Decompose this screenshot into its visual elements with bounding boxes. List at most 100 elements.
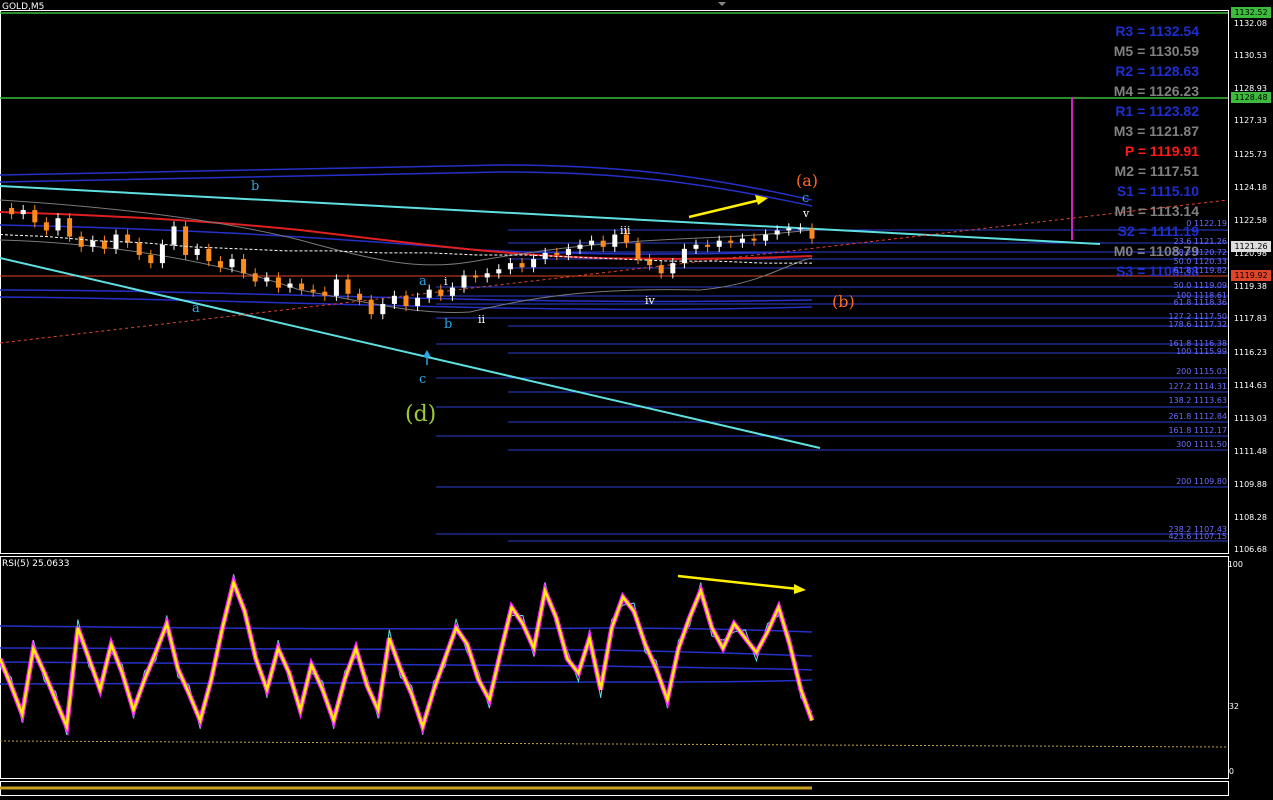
fib-label: 200 1115.03 [1176,367,1227,376]
candle-body [241,259,247,274]
price-tick: 1124.18 [1233,183,1267,192]
candle-body [229,259,235,268]
candle-body [403,295,409,306]
candle-body [693,244,699,249]
price-panel-frame [0,10,1229,554]
wave-label-i: i [444,275,448,288]
candle-body [565,248,571,255]
pivot-label-p: P = 1119.91 [1124,143,1199,159]
price-tick: 1113.03 [1233,414,1267,423]
wave-label-iii: iii [620,224,631,237]
candle-body [217,261,223,268]
fib-label: 0 1122.19 [1186,219,1227,228]
candle-body [299,283,305,290]
candle-body [716,240,722,247]
price-tick: 1130.53 [1233,51,1267,60]
candle-body [612,234,618,247]
candle-body [438,289,444,296]
current-level-badge: 1132.52 [1231,7,1271,18]
fib-lines [436,229,1228,542]
candle-body [739,238,745,243]
candle-body [751,238,757,241]
grey-upper [0,199,813,266]
pivot-label-m4: M4 = 1126.23 [1113,83,1199,99]
candle-body [322,291,328,296]
fib-label: 23.6 1121.26 [1173,237,1227,246]
current-level-badge: 1128.48 [1231,92,1271,103]
pivot-label-r1: R1 = 1123.82 [1115,103,1199,119]
candle-body [600,240,606,247]
fib-label: 161.8 1112.17 [1168,426,1227,435]
rsi-level-line [0,740,1229,748]
fib-label: 127.2 1114.31 [1168,382,1227,391]
price-tick: 1125.73 [1233,150,1267,159]
candle-body [519,263,525,268]
candle-body [32,210,38,223]
candle-body [391,295,397,304]
candle-body [774,230,780,235]
candle-body [171,226,177,245]
candle-body [554,252,560,255]
wave-label-ii: ii [478,313,486,326]
wave-label-b: b [251,179,260,194]
price-tick: 1106.68 [1233,545,1267,554]
price-tick: 1109.88 [1233,480,1267,489]
rsi-band-1 [0,625,813,633]
candle-body [183,226,189,255]
chart-symbol-title: GOLD,M5 [2,2,45,12]
wave-label-c-top: c [802,191,810,206]
wave-label-iv: iv [645,294,655,307]
fib-label: 138.2 1113.63 [1168,396,1227,405]
candle-body [194,248,200,255]
wave-label-a: a [192,301,200,316]
fib-label: 300 1111.50 [1176,440,1227,449]
candle-body [345,279,351,294]
price-tick: 1127.33 [1233,116,1267,125]
blue-arrowhead [423,350,431,357]
candle-body [136,242,142,255]
wave-label-b-paren: (b) [832,292,855,311]
candle-body [159,244,165,264]
rsi-signal-line [0,574,813,736]
yellow-arrow-rsi [677,574,799,591]
candle-body [763,234,769,241]
candle-body [449,287,455,296]
fib-label: 423.6 1107.15 [1168,532,1227,541]
candle-body [484,273,490,278]
fib-label: 61.8 1118.36 [1173,298,1227,307]
rsi-tick: 100 [1227,560,1243,569]
fib-label: 200 1109.80 [1176,477,1227,486]
candle-body [275,277,281,288]
wave-label-d: (d) [405,402,437,427]
price-tick: 1122.58 [1233,216,1267,225]
candle-body [55,218,61,231]
pivot-label-r2: R2 = 1128.63 [1115,63,1199,79]
candle-body [809,228,815,239]
candle-body [90,240,96,247]
rsi-tick: 32 [1228,702,1239,711]
wave-label-c: c [419,372,427,387]
wave-label-a-paren: (a) [796,171,819,190]
pivot-label-r3: R3 = 1132.54 [1115,23,1199,39]
price-tick: 1114.63 [1233,381,1267,390]
pivot-label-m5: M5 = 1130.59 [1113,43,1199,59]
fib-label: 178.6 1117.32 [1168,320,1227,329]
price-chart[interactable] [0,0,1273,800]
candle-body [728,240,734,243]
candle-body [264,277,270,282]
pivot-label-m2: M2 = 1117.51 [1114,163,1199,179]
price-tick: 1111.48 [1233,447,1267,456]
yellow-arrow-price [688,198,761,219]
candle-body [43,222,49,231]
candle-body [415,297,421,306]
candle-body [635,242,641,260]
fib-label: 261.8 1112.84 [1168,412,1227,421]
candle-body [473,275,479,278]
rsi-title: RSI(5) 25.0633 [2,559,70,569]
fib-label: 50.0 1119.09 [1173,281,1227,290]
candle-body [461,275,467,288]
price-tick: 1108.28 [1233,513,1267,522]
candle-body [252,273,258,282]
candle-body [101,240,107,249]
candle-body [148,254,154,264]
